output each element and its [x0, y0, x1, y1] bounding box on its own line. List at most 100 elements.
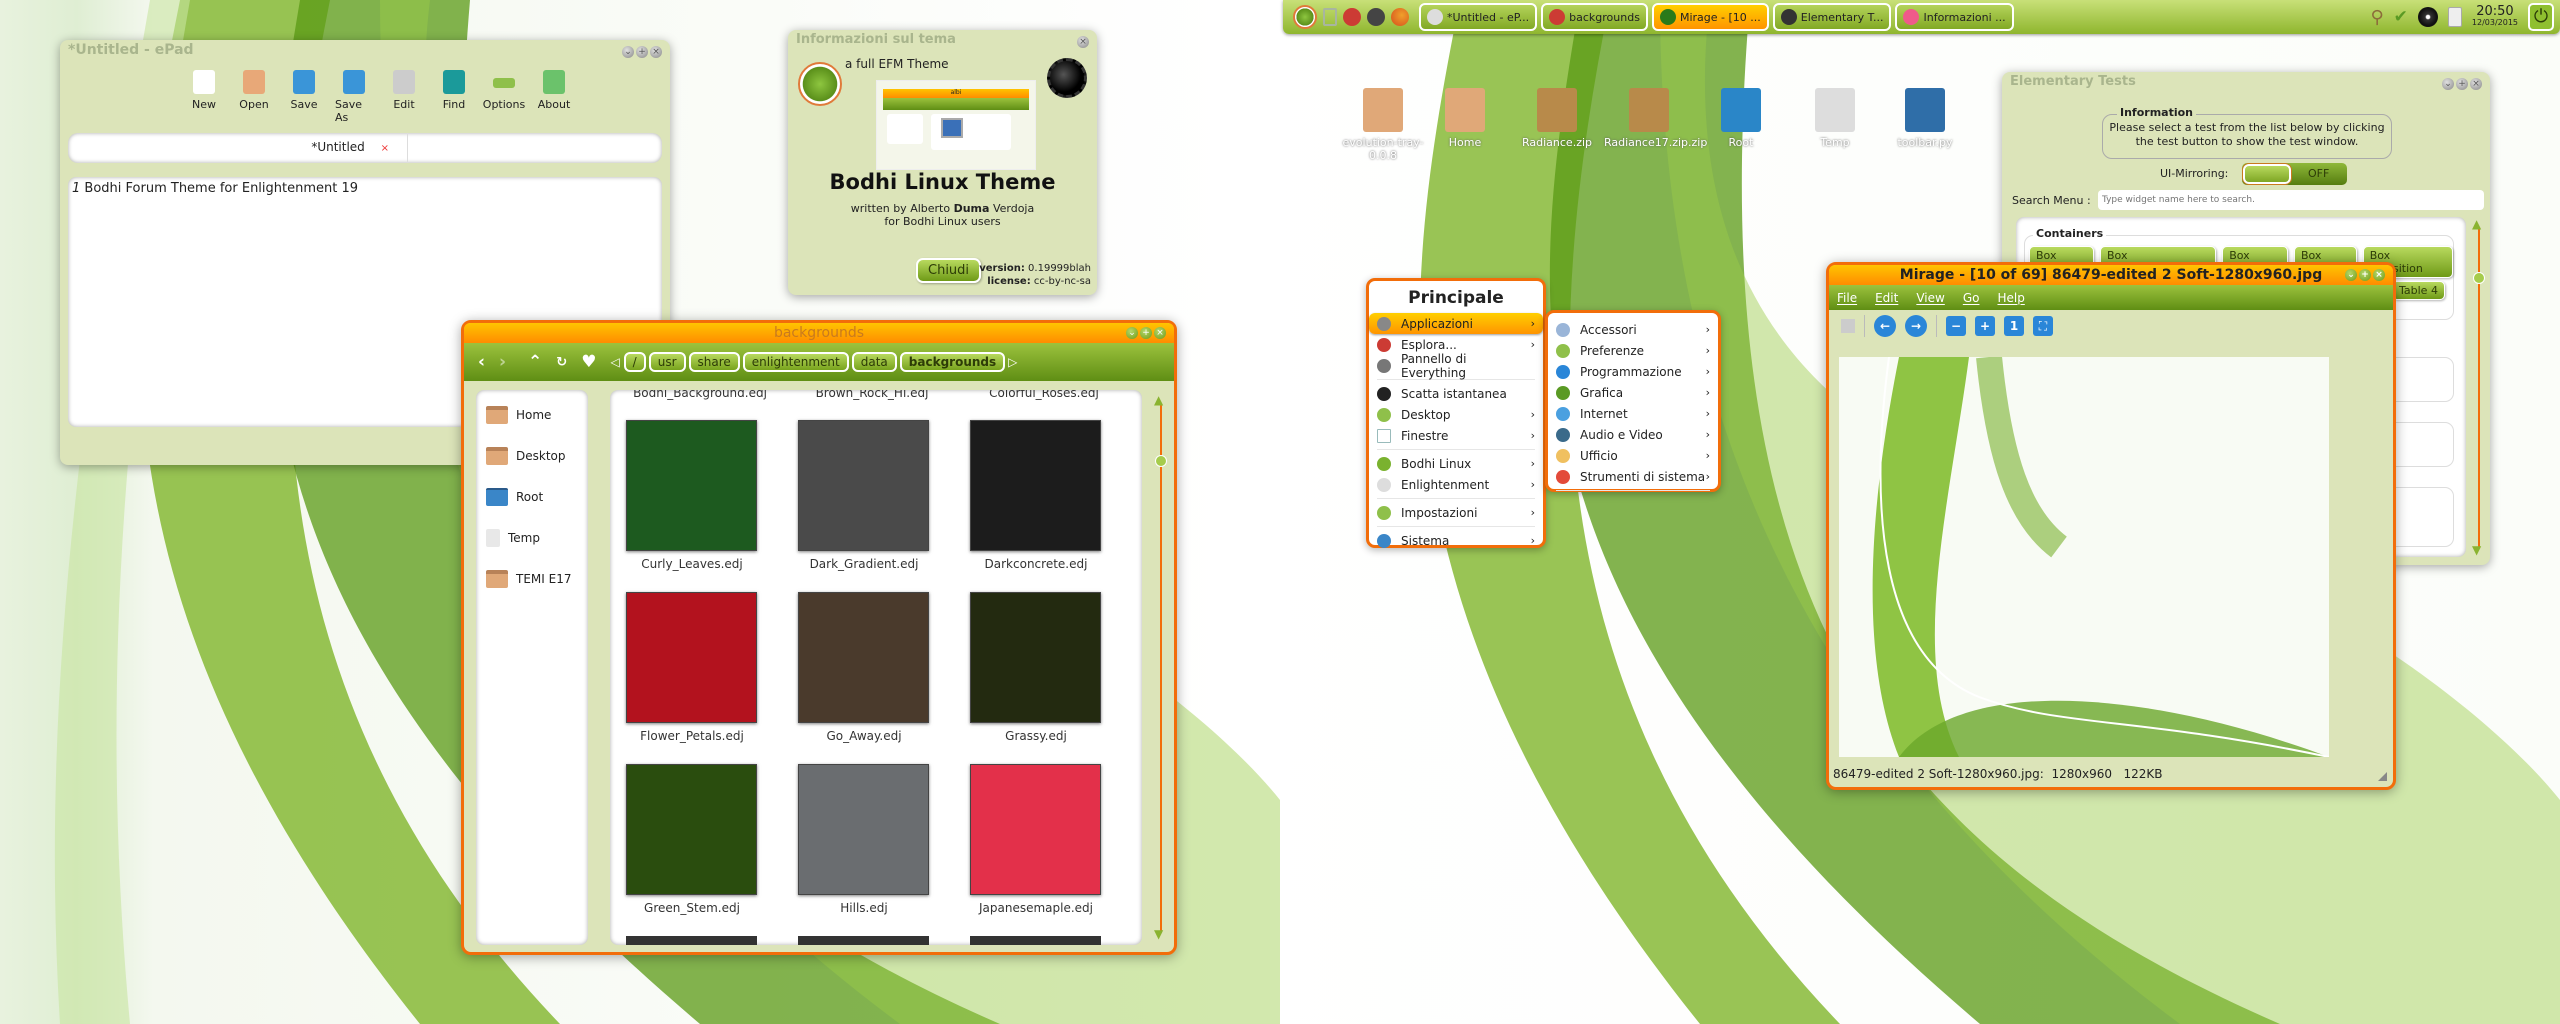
submenu-item[interactable]: Preferenze › — [1548, 340, 1718, 361]
vertical-scrollbar[interactable]: ▲ ▼ — [1154, 393, 1168, 941]
toolbar-about-button[interactable]: About — [535, 70, 573, 124]
menu-item[interactable]: Finestre › — [1369, 425, 1543, 446]
scroll-down-icon[interactable]: ▼ — [2472, 543, 2481, 557]
maximize-button[interactable]: + — [2359, 269, 2371, 281]
image-view[interactable] — [1839, 357, 2329, 757]
file-thumbnail[interactable] — [798, 592, 929, 723]
fit-window-icon[interactable]: ⛶ — [2033, 316, 2053, 336]
file-label[interactable]: Flower_Petals.edj — [610, 729, 777, 743]
file-label[interactable]: Brown_Rock_Hi.edj — [787, 390, 957, 400]
forward-icon[interactable]: › — [499, 352, 506, 372]
sidebar-item[interactable]: Desktop — [476, 435, 588, 476]
close-dialog-button[interactable]: Chiudi — [916, 258, 982, 283]
task-button[interactable]: Mirage - [10 ... — [1651, 3, 1769, 31]
breadcrumb-item[interactable]: data — [851, 352, 897, 372]
desktop-icon[interactable]: Radiance17.zip.zip — [1604, 88, 1707, 149]
file-thumbnail[interactable] — [970, 936, 1101, 945]
up-icon[interactable]: ⌃ — [528, 352, 542, 372]
breadcrumb-item[interactable]: / — [623, 352, 646, 372]
task-button[interactable]: Informazioni ... — [1895, 3, 2014, 31]
menu-go[interactable]: Go — [1963, 291, 1980, 305]
sidebar-item[interactable]: Root — [476, 476, 588, 517]
close-button[interactable]: × — [2470, 78, 2482, 90]
scroll-down-icon[interactable]: ▼ — [1154, 927, 1163, 941]
maximize-button[interactable]: + — [2456, 78, 2468, 90]
file-label[interactable]: Bodhi_Background.edj — [615, 390, 785, 400]
tab-untitled[interactable]: *Untitled × — [68, 133, 408, 163]
resize-grip[interactable] — [2378, 772, 2387, 781]
submenu-item[interactable]: Audio e Video › — [1548, 424, 1718, 445]
desktop-icon[interactable]: Radiance.zip — [1512, 88, 1602, 149]
menu-item[interactable]: Scatta istantanea — [1369, 383, 1543, 404]
iconify-button[interactable]: ⌄ — [1126, 327, 1138, 339]
menu-view[interactable]: View — [1916, 291, 1944, 305]
scroll-up-icon[interactable]: ▲ — [2472, 217, 2481, 231]
iconify-button[interactable]: ⌄ — [2345, 269, 2357, 281]
favorites-heart-icon[interactable]: ♥ — [581, 352, 596, 372]
breadcrumb-item[interactable]: backgrounds — [899, 352, 1006, 372]
file-thumbnail[interactable] — [626, 420, 757, 551]
network-plug-icon[interactable]: ⚲ — [2370, 7, 2383, 28]
close-button[interactable]: × — [650, 46, 662, 58]
desktop-icon[interactable]: Root — [1696, 88, 1786, 149]
menu-file[interactable]: File — [1837, 291, 1857, 305]
sidebar-item[interactable]: Home — [476, 394, 588, 435]
file-thumbnail[interactable] — [798, 936, 929, 945]
menu-item[interactable]: Enlightenment › — [1369, 474, 1543, 495]
menu-item[interactable]: Impostazioni › — [1369, 502, 1543, 523]
clock[interactable]: 20:50 12/03/2015 — [2472, 5, 2518, 28]
menu-item[interactable]: Pannello di Everything — [1369, 352, 1543, 380]
scroll-thumb[interactable] — [1155, 455, 1167, 467]
next-image-icon[interactable]: → — [1905, 315, 1927, 337]
open-file-icon[interactable] — [1841, 319, 1855, 333]
vertical-scrollbar[interactable]: ▲ ▼ — [2472, 217, 2486, 557]
file-label[interactable]: Hills.edj — [779, 901, 949, 915]
toolbar-options-button[interactable]: Options — [483, 70, 525, 124]
file-label[interactable]: Curly_Leaves.edj — [610, 557, 777, 571]
toolbar-edit-button[interactable]: Edit — [385, 70, 423, 124]
file-thumbnail[interactable] — [626, 936, 757, 945]
file-label[interactable]: Go_Away.edj — [779, 729, 949, 743]
desktop-icon[interactable]: toolbar.py — [1880, 88, 1970, 149]
file-thumbnail[interactable] — [798, 420, 929, 551]
firefox-launcher-icon[interactable] — [1391, 8, 1409, 26]
desktop-icon[interactable]: Home — [1420, 88, 1510, 149]
file-label[interactable]: Dark_Gradient.edj — [779, 557, 949, 571]
zoom-in-icon[interactable]: + — [1975, 316, 1995, 336]
table-4-button[interactable]: Table 4 — [2392, 281, 2445, 300]
file-thumbnail[interactable] — [626, 764, 757, 895]
refresh-icon[interactable]: ↻ — [556, 355, 567, 370]
crumb-right-arrow-icon[interactable]: ▷ — [1008, 355, 1017, 369]
toolbar-open-button[interactable]: Open — [235, 70, 273, 124]
power-icon[interactable]: ⏻ — [2528, 3, 2554, 31]
file-manager-launcher-icon[interactable] — [1343, 8, 1361, 26]
tab-close-icon[interactable]: × — [381, 143, 389, 154]
close-button[interactable]: × — [1077, 36, 1089, 48]
task-button[interactable]: Elementary T... — [1772, 3, 1892, 31]
breadcrumb-item[interactable]: share — [688, 352, 740, 372]
update-shield-icon[interactable]: ✔ — [2394, 7, 2408, 27]
menu-item[interactable]: Bodhi Linux › — [1369, 453, 1543, 474]
menu-help[interactable]: Help — [1997, 291, 2024, 305]
toolbar-save-as-button[interactable]: Save As — [335, 70, 373, 124]
desktop-icon[interactable]: evolution-tray-0.0.8 — [1338, 88, 1428, 162]
close-button[interactable]: × — [1154, 327, 1166, 339]
submenu-item[interactable]: Programmazione › — [1548, 361, 1718, 382]
submenu-item[interactable]: Accessori › — [1548, 319, 1718, 340]
crumb-left-arrow-icon[interactable]: ◁ — [610, 355, 619, 369]
back-icon[interactable]: ‹ — [478, 352, 485, 372]
mixer-icon[interactable] — [2447, 7, 2462, 27]
desktop-icon[interactable]: Temp — [1790, 88, 1880, 149]
file-thumbnail[interactable] — [970, 420, 1101, 551]
file-label[interactable]: Grassy.edj — [951, 729, 1121, 743]
previous-image-icon[interactable]: ← — [1874, 315, 1896, 337]
speaker-icon[interactable] — [2417, 7, 2438, 27]
scroll-thumb[interactable] — [2473, 272, 2485, 284]
sidebar-item[interactable]: TEMI E17 — [476, 558, 588, 599]
submenu-item[interactable]: Ufficio › — [1548, 445, 1718, 466]
pager-icon[interactable] — [1323, 8, 1337, 26]
file-label[interactable]: Green_Stem.edj — [610, 901, 777, 915]
submenu-item[interactable]: Strumenti di sistema › — [1548, 466, 1718, 487]
file-label[interactable]: Darkconcrete.edj — [951, 557, 1121, 571]
file-label[interactable]: Colorful_Roses.edj — [959, 390, 1129, 400]
